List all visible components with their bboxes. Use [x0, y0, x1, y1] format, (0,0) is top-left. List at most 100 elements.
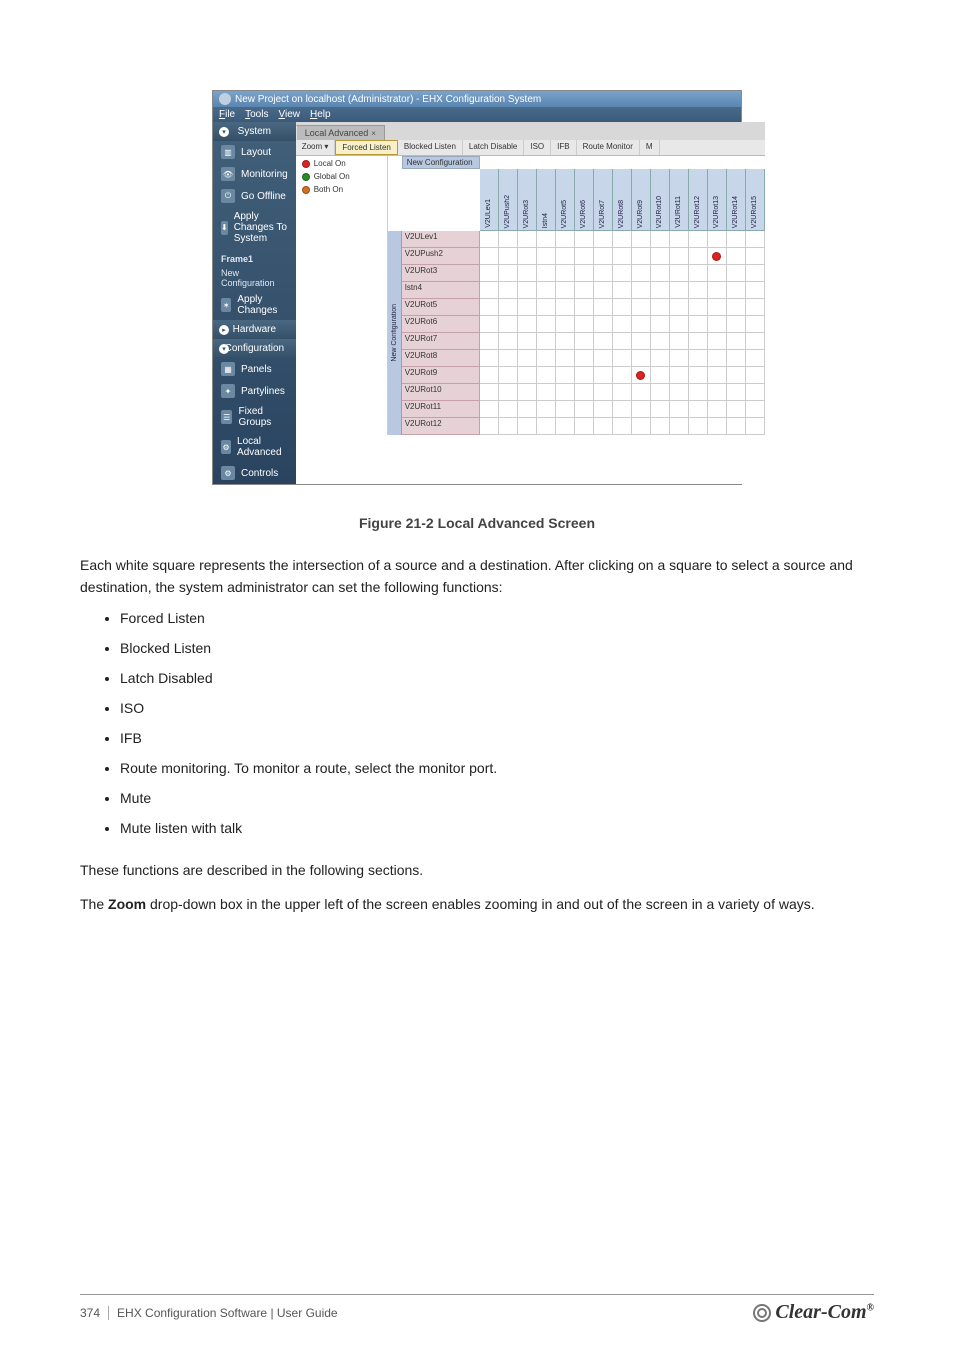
grid-cell[interactable]: [670, 401, 689, 418]
grid-cell[interactable]: [651, 367, 670, 384]
grid-cell[interactable]: [632, 299, 651, 316]
grid-cell[interactable]: [746, 350, 765, 367]
toolbar-latch-disable[interactable]: Latch Disable: [463, 140, 524, 155]
grid-cell[interactable]: [594, 333, 613, 350]
grid-cell[interactable]: [746, 265, 765, 282]
grid-cell[interactable]: [746, 299, 765, 316]
grid-cell[interactable]: [594, 231, 613, 248]
grid-cell[interactable]: [727, 316, 746, 333]
column-header[interactable]: V2URot8: [613, 169, 632, 231]
sidebar-item-layout[interactable]: ▥Layout: [213, 141, 296, 163]
grid-cell[interactable]: [708, 418, 727, 435]
grid-cell[interactable]: [480, 282, 499, 299]
sidebar-item-partylines[interactable]: ✦Partylines: [213, 380, 296, 402]
grid-cell[interactable]: [632, 282, 651, 299]
menu-help[interactable]: Help: [310, 109, 331, 120]
grid-cell[interactable]: [727, 401, 746, 418]
toolbar-iso[interactable]: ISO: [524, 140, 551, 155]
grid-cell[interactable]: [518, 333, 537, 350]
grid-cell[interactable]: [613, 367, 632, 384]
grid-cell[interactable]: [575, 248, 594, 265]
column-header[interactable]: V2URot14: [727, 169, 746, 231]
column-header[interactable]: Istn4: [537, 169, 556, 231]
grid-cell[interactable]: [594, 384, 613, 401]
grid-cell[interactable]: [518, 282, 537, 299]
grid-cell[interactable]: [632, 248, 651, 265]
grid-cell[interactable]: [727, 299, 746, 316]
grid-cell[interactable]: [499, 282, 518, 299]
grid-cell[interactable]: [632, 231, 651, 248]
grid-cell[interactable]: [556, 384, 575, 401]
grid-cell[interactable]: [651, 350, 670, 367]
grid-cell[interactable]: [670, 282, 689, 299]
sidebar-head-configuration[interactable]: ▾Configuration: [213, 339, 296, 358]
grid-cell[interactable]: [746, 384, 765, 401]
grid-cell[interactable]: [556, 367, 575, 384]
toolbar-blocked-listen[interactable]: Blocked Listen: [398, 140, 463, 155]
row-label[interactable]: V2ULev1: [402, 231, 480, 248]
grid-cell[interactable]: [651, 333, 670, 350]
grid-cell[interactable]: [499, 384, 518, 401]
grid-cell[interactable]: [537, 333, 556, 350]
grid-cell[interactable]: [670, 299, 689, 316]
grid-cell[interactable]: [727, 350, 746, 367]
grid-cell[interactable]: [708, 282, 727, 299]
grid-cell[interactable]: [708, 265, 727, 282]
grid-cell[interactable]: [575, 333, 594, 350]
grid-cell[interactable]: [575, 367, 594, 384]
grid-cell[interactable]: [613, 265, 632, 282]
grid-cell[interactable]: [594, 316, 613, 333]
grid-cell[interactable]: [651, 401, 670, 418]
grid-cell[interactable]: [518, 316, 537, 333]
grid-cell[interactable]: [613, 384, 632, 401]
grid-cell[interactable]: [746, 401, 765, 418]
grid-cell[interactable]: [632, 384, 651, 401]
row-label[interactable]: V2UPush2: [402, 248, 480, 265]
column-header[interactable]: V2URot9: [632, 169, 651, 231]
grid-cell[interactable]: [708, 350, 727, 367]
grid-cell[interactable]: [708, 367, 727, 384]
zoom-dropdown[interactable]: Zoom ▾: [296, 140, 336, 155]
row-label[interactable]: V2URot8: [402, 350, 480, 367]
grid-cell[interactable]: [575, 418, 594, 435]
grid-cell[interactable]: [556, 282, 575, 299]
grid-cell[interactable]: [518, 299, 537, 316]
tab-local-advanced[interactable]: Local Advanced×: [296, 125, 385, 140]
grid-cell[interactable]: [537, 265, 556, 282]
column-header[interactable]: V2URot7: [594, 169, 613, 231]
grid-cell[interactable]: [613, 231, 632, 248]
grid-cell[interactable]: [537, 316, 556, 333]
row-label[interactable]: V2URot7: [402, 333, 480, 350]
grid-cell[interactable]: [689, 384, 708, 401]
column-header[interactable]: V2URot6: [575, 169, 594, 231]
grid-cell[interactable]: [480, 265, 499, 282]
toolbar-m[interactable]: M: [640, 140, 660, 155]
grid-cell[interactable]: [480, 418, 499, 435]
grid-cell[interactable]: [670, 333, 689, 350]
grid-cell[interactable]: [651, 265, 670, 282]
grid-cell[interactable]: [499, 248, 518, 265]
grid-cell[interactable]: [575, 231, 594, 248]
grid-cell[interactable]: [537, 367, 556, 384]
grid-cell[interactable]: [727, 384, 746, 401]
grid-cell[interactable]: [518, 265, 537, 282]
grid-cell[interactable]: [556, 231, 575, 248]
grid-cell[interactable]: [689, 316, 708, 333]
grid-cell[interactable]: [480, 333, 499, 350]
grid-cell[interactable]: [499, 265, 518, 282]
grid-cell[interactable]: [651, 418, 670, 435]
grid-cell[interactable]: [632, 418, 651, 435]
sidebar-head-system[interactable]: ▾ System: [213, 122, 296, 141]
grid-cell[interactable]: [613, 248, 632, 265]
grid-cell[interactable]: [651, 316, 670, 333]
grid-cell[interactable]: [689, 367, 708, 384]
sidebar-item-apply-changes[interactable]: ✶Apply Changes: [213, 290, 296, 320]
toolbar-route-monitor[interactable]: Route Monitor: [577, 140, 640, 155]
grid-cell[interactable]: [575, 401, 594, 418]
grid-cell[interactable]: [613, 418, 632, 435]
grid-cell[interactable]: [689, 299, 708, 316]
grid-cell[interactable]: [670, 316, 689, 333]
grid-cell[interactable]: [518, 248, 537, 265]
grid-cell[interactable]: [632, 367, 651, 384]
grid-cell[interactable]: [651, 248, 670, 265]
